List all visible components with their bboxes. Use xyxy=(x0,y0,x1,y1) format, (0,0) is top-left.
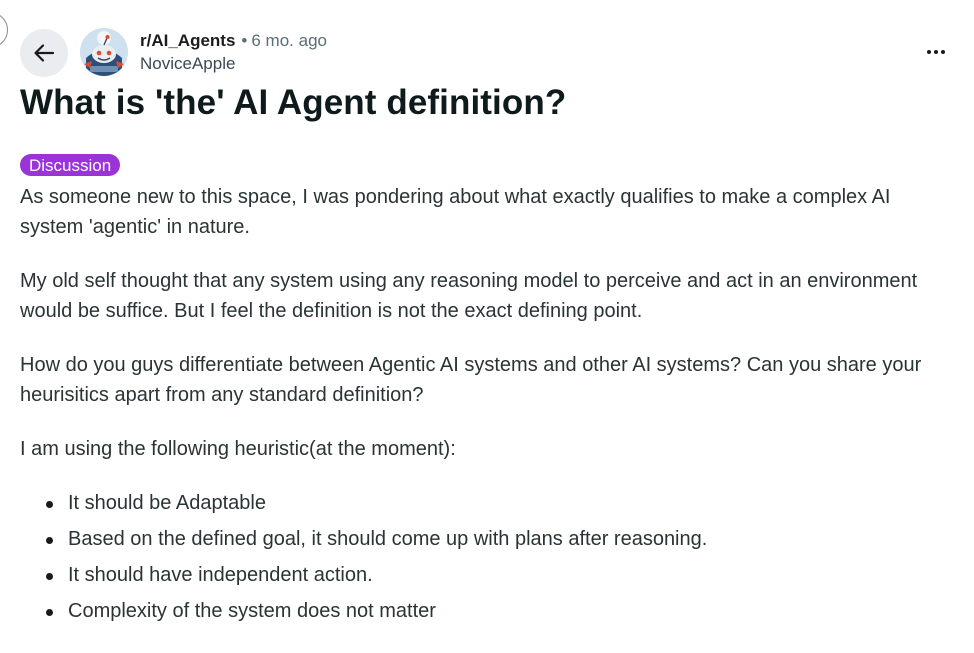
more-horizontal-icon xyxy=(926,49,932,55)
post-flair[interactable]: Discussion xyxy=(20,154,121,176)
more-dot xyxy=(933,49,939,55)
back-button[interactable] xyxy=(20,29,68,77)
paragraph: My old self thought that any system usin… xyxy=(20,270,918,322)
more-dot xyxy=(940,49,946,55)
list-item: Based on the defined goal, it should com… xyxy=(20,524,707,560)
heuristics-list: It should be Adaptable Based on the defi… xyxy=(20,488,707,632)
partial-circle-button[interactable] xyxy=(0,12,8,48)
subreddit-avatar[interactable] xyxy=(80,28,128,76)
paragraph: How do you guys differentiate between Ag… xyxy=(20,354,922,406)
author-link[interactable]: NoviceApple xyxy=(140,53,327,75)
list-item: It should be Adaptable xyxy=(20,488,707,524)
paragraph: As someone new to this space, I was pond… xyxy=(20,186,891,238)
post-time: 6 mo. ago xyxy=(251,31,327,50)
subreddit-link[interactable]: r/AI_Agents xyxy=(140,31,235,50)
paragraph: I am using the following heuristic(at th… xyxy=(20,438,456,460)
post-meta: r/AI_Agents • 6 mo. ago NoviceApple xyxy=(140,30,327,75)
post-page: r/AI_Agents • 6 mo. ago NoviceApple What i… xyxy=(0,0,974,653)
more-options-button[interactable] xyxy=(918,38,954,66)
list-item: Complexity of the system does not matter xyxy=(20,596,707,632)
arrow-left-icon xyxy=(34,44,55,62)
list-item: It should have independent action. xyxy=(20,560,707,596)
meta-separator: • xyxy=(241,31,248,50)
post-title: What is 'the' AI Agent definition? xyxy=(20,83,567,122)
